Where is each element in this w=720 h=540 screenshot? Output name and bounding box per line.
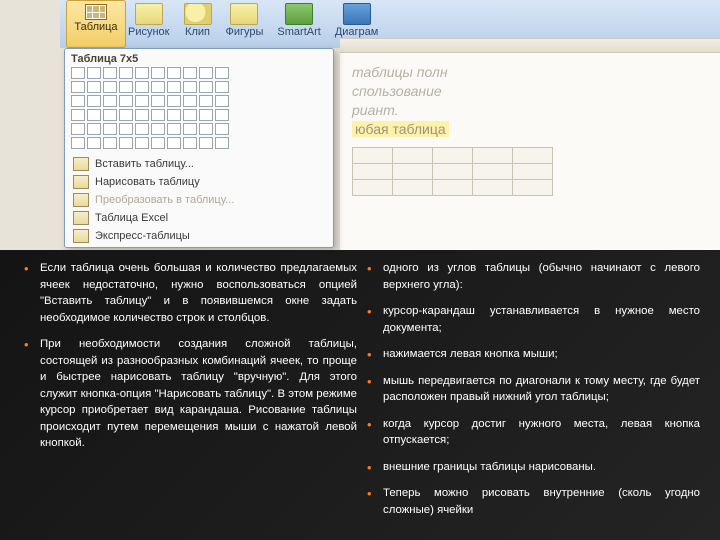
doc-line-1: таблицы полн: [352, 64, 448, 80]
doc-sample-table: [352, 147, 708, 196]
right-bullet-6: внешние границы таблицы нарисованы.: [367, 459, 700, 476]
table-icon: [85, 4, 107, 20]
clip-icon: [184, 3, 212, 25]
screenshot-area: Рисунок Клип Фигуры SmartArt Диаграм Таб…: [0, 0, 720, 250]
menu-excel-table[interactable]: Таблица Excel: [71, 209, 327, 227]
right-bullet-7: Теперь можно рисовать внутренние (сколь …: [367, 485, 700, 518]
ribbon-diagram-label: Диаграм: [335, 26, 379, 38]
shapes-icon: [230, 3, 258, 25]
ribbon-shapes[interactable]: Фигуры: [226, 3, 264, 38]
doc-line-2: спользование: [352, 83, 442, 99]
ribbon-clip-label: Клип: [185, 26, 210, 38]
insert-table-icon: [73, 157, 89, 171]
menu-excel-table-label: Таблица Excel: [95, 212, 168, 224]
menu-insert-table[interactable]: Вставить таблицу...: [71, 155, 327, 173]
ribbon-shapes-label: Фигуры: [226, 26, 264, 38]
right-bullet-3: нажимается левая кнопка мыши;: [367, 346, 700, 363]
convert-table-icon: [73, 193, 89, 207]
doc-line-3: риант.: [352, 102, 398, 118]
menu-quick-tables[interactable]: Экспресс-таблицы: [71, 227, 327, 245]
table-dropdown: Таблица 7x5 Вставить таблицу... Нарисова…: [64, 48, 334, 248]
right-bullet-5: когда курсор достиг нужного места, левая…: [367, 416, 700, 449]
quick-tables-icon: [73, 229, 89, 243]
menu-quick-tables-label: Экспресс-таблицы: [95, 230, 190, 242]
cell-picker-grid[interactable]: [71, 67, 327, 149]
draw-table-icon: [73, 175, 89, 189]
right-column: одного из углов таблицы (обычно начинают…: [367, 260, 700, 534]
ribbon-clip[interactable]: Клип: [184, 3, 212, 38]
table-button-label: Таблица: [74, 21, 117, 33]
slide-text: Если таблица очень большая и количество …: [0, 250, 720, 540]
menu-insert-table-label: Вставить таблицу...: [95, 158, 194, 170]
ruler: [340, 39, 720, 53]
left-bullet-2: При необходимости создания сложной табли…: [24, 336, 357, 452]
excel-table-icon: [73, 211, 89, 225]
right-bullet-2: курсор-карандаш устанавливается в нужное…: [367, 303, 700, 336]
picture-icon: [135, 3, 163, 25]
dropdown-title: Таблица 7x5: [71, 53, 327, 65]
right-bullet-4: мышь передвигается по диагонали к тому м…: [367, 373, 700, 406]
diagram-icon: [343, 3, 371, 25]
ribbon-picture[interactable]: Рисунок: [128, 3, 170, 38]
ribbon-smartart[interactable]: SmartArt: [277, 3, 320, 38]
smartart-icon: [285, 3, 313, 25]
document-area: таблицы полн спользование риант. юбая та…: [340, 38, 720, 250]
ribbon-smartart-label: SmartArt: [277, 26, 320, 38]
ribbon-picture-label: Рисунок: [128, 26, 170, 38]
menu-draw-table[interactable]: Нарисовать таблицу: [71, 173, 327, 191]
document-text: таблицы полн спользование риант. юбая та…: [340, 53, 720, 206]
ribbon-diagram[interactable]: Диаграм: [335, 3, 379, 38]
menu-convert-table-label: Преобразовать в таблицу...: [95, 194, 234, 206]
left-column: Если таблица очень большая и количество …: [24, 260, 357, 534]
left-bullet-1: Если таблица очень большая и количество …: [24, 260, 357, 326]
table-button[interactable]: Таблица: [66, 0, 126, 48]
doc-highlight: юбая таблица: [352, 121, 449, 137]
menu-draw-table-label: Нарисовать таблицу: [95, 176, 200, 188]
right-bullet-1: одного из углов таблицы (обычно начинают…: [367, 260, 700, 293]
menu-convert-table: Преобразовать в таблицу...: [71, 191, 327, 209]
